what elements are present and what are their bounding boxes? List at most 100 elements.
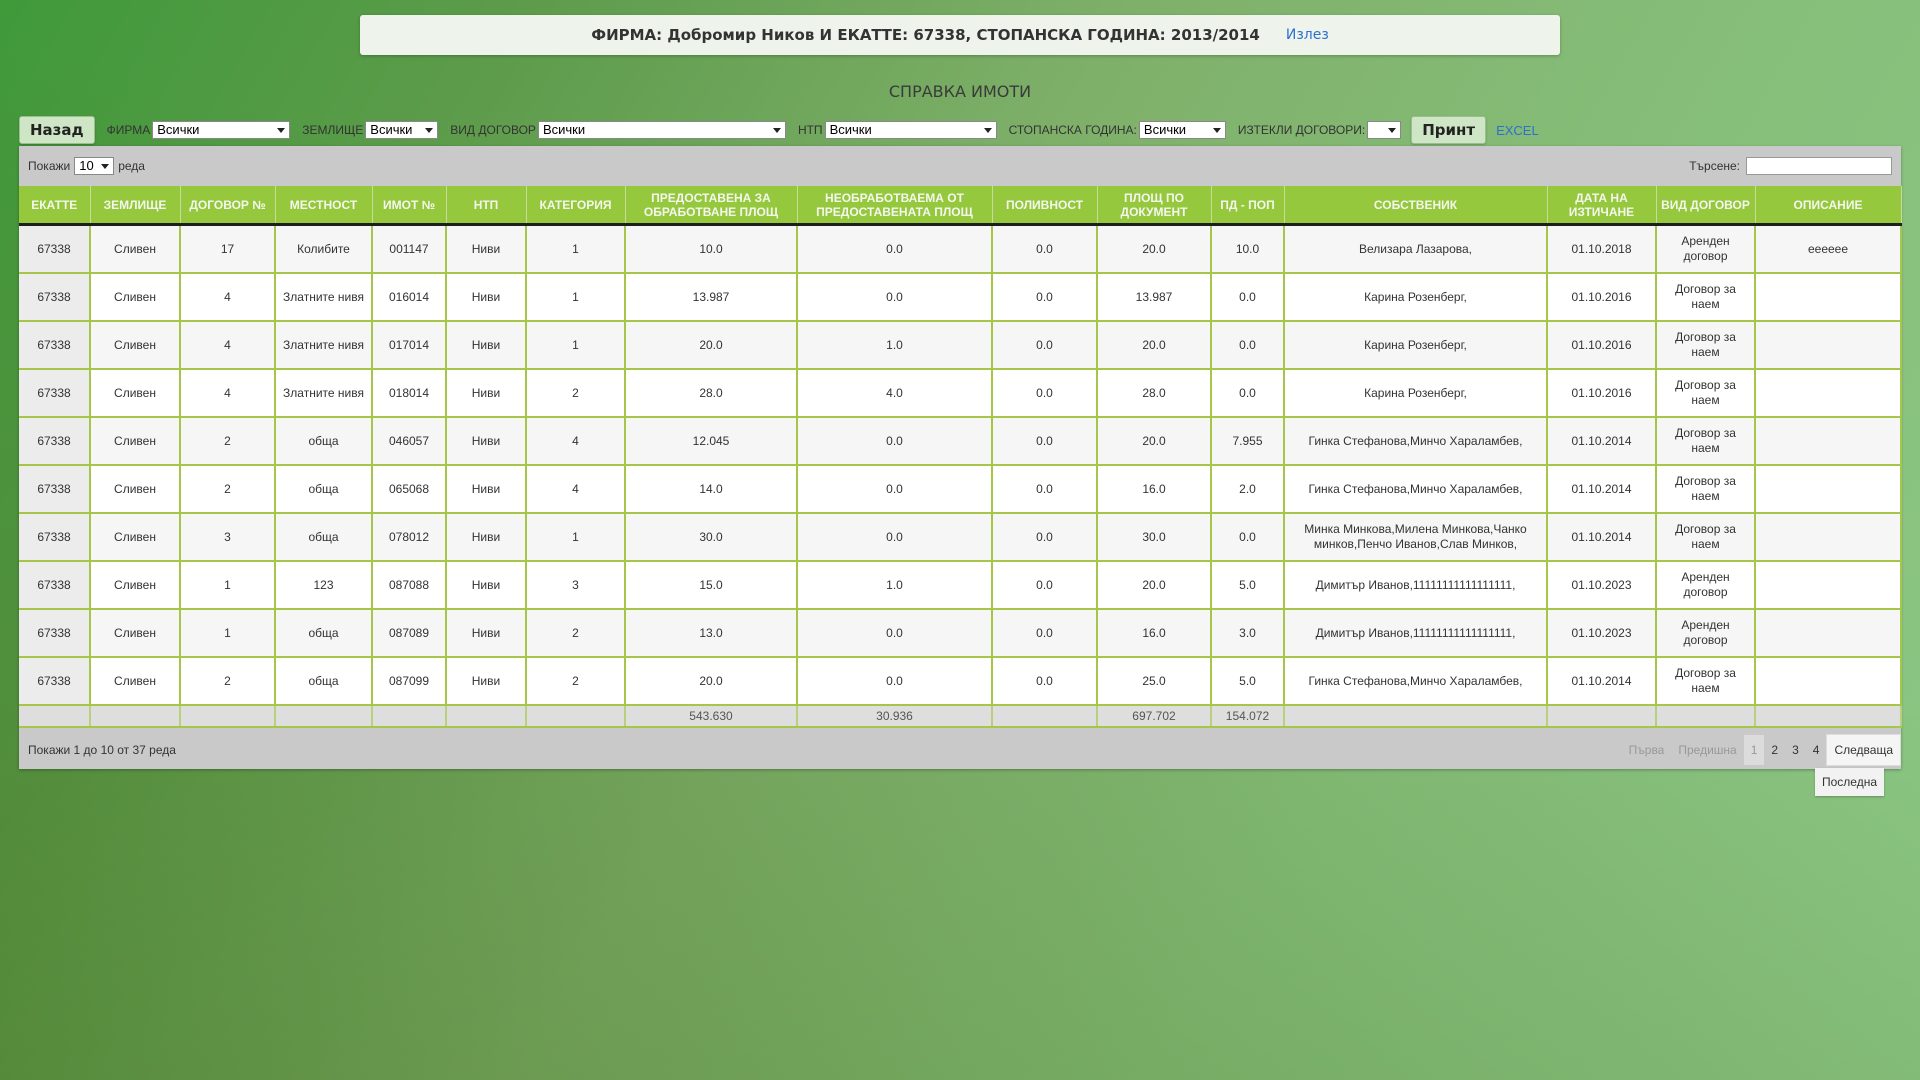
table-cell: Арендeн договор — [1656, 609, 1756, 658]
chevron-down-icon — [425, 128, 434, 133]
page-button-3[interactable]: 3 — [1785, 735, 1806, 765]
table-row[interactable]: 67338 Сливен 2 обща 087099 Ниви 2 20.0 0.0 0.0 25.… — [19, 657, 1902, 706]
page-size-value: 10 — [79, 158, 94, 173]
search-control: Търсене: — [1689, 157, 1892, 175]
table-cell: 4.0 — [797, 369, 993, 418]
table-cell: Сливен — [90, 273, 181, 322]
column-header[interactable]: ПЛОЩ ПО ДОКУМЕНТ — [1097, 186, 1212, 226]
total-cell — [90, 705, 181, 728]
column-header[interactable]: СОБСТВЕНИК — [1284, 186, 1548, 226]
column-header[interactable]: ДОГОВОР № — [180, 186, 276, 226]
table-cell — [1755, 417, 1902, 466]
column-header[interactable]: МЕСТНОСТ — [275, 186, 373, 226]
table-cell: 5.0 — [1211, 561, 1285, 610]
table-row[interactable]: 67338 Сливен 4 Златните нивя 016014 Ниви 1 13.9… — [19, 273, 1902, 322]
table-cell: 0.0 — [992, 224, 1098, 274]
expired-select[interactable] — [1367, 121, 1402, 139]
page-button-2[interactable]: 2 — [1764, 735, 1785, 765]
table-body: 67338 Сливен 17 Колибите 001147 Ниви 1 10.0 0.0 0… — [19, 224, 1902, 706]
table-cell: 087088 — [372, 561, 447, 610]
contract-type-select[interactable]: Всички — [537, 121, 786, 139]
page-size-select[interactable]: 10 — [74, 157, 115, 175]
table-cell: 16.0 — [1097, 609, 1212, 658]
table-cell: 20.0 — [1097, 224, 1212, 274]
print-button[interactable]: Принт — [1411, 116, 1487, 144]
logout-link[interactable]: Излез — [1286, 27, 1329, 43]
table-cell: обща — [275, 465, 373, 514]
table-cell: Ниви — [446, 657, 527, 706]
column-header[interactable]: КАТЕГОРИЯ — [526, 186, 626, 226]
column-header[interactable]: ПОЛИВНОСТ — [992, 186, 1098, 226]
table-row[interactable]: 67338 Сливен 1 123 087088 Ниви 3 15.0 1.0 0.0 20.0… — [19, 561, 1902, 610]
table-cell: 0.0 — [797, 273, 993, 322]
table-cell: Златните нивя — [275, 273, 373, 322]
column-header[interactable]: ЕКАТТЕ — [19, 186, 91, 226]
table-row[interactable]: 67338 Сливен 17 Колибите 001147 Ниви 1 10.0 0.0 0… — [19, 224, 1902, 274]
page-button-4[interactable]: 4 — [1806, 735, 1827, 765]
table-cell: обща — [275, 609, 373, 658]
land-select[interactable]: Всички — [365, 121, 439, 139]
table-cell: 20.0 — [1097, 417, 1212, 466]
table-cell: 67338 — [19, 513, 91, 562]
table-row[interactable]: 67338 Сливен 4 Златните нивя 017014 Ниви 1 20.0… — [19, 321, 1902, 370]
prev-page-button[interactable]: Предишна — [1671, 735, 1743, 765]
column-header[interactable]: ЗЕМЛИЩЕ — [90, 186, 181, 226]
back-button[interactable]: Назад — [19, 116, 95, 144]
table-cell: 4 — [526, 465, 626, 514]
ntp-select[interactable]: Всички — [824, 121, 997, 139]
table-cell: 078012 — [372, 513, 447, 562]
column-header[interactable]: НЕОБРАБОТВАЕМА ОТ ПРЕДОСТАВЕНАТА ПЛОЩ — [797, 186, 993, 226]
table-cell: 67338 — [19, 369, 91, 418]
header-bar: ФИРМА: Добромир Ников И ЕКАТТЕ: 67338, С… — [360, 15, 1560, 55]
table-row[interactable]: 67338 Сливен 1 обща 087089 Ниви 2 13.0 0.0 0.0 16.… — [19, 609, 1902, 658]
column-header[interactable]: ВИД ДОГОВОР — [1656, 186, 1756, 226]
column-header[interactable]: ДАТА НА ИЗТИЧАНЕ — [1547, 186, 1657, 226]
column-header[interactable]: ИМОТ № — [372, 186, 447, 226]
table-cell: 1 — [526, 513, 626, 562]
table-cell: 3.0 — [1211, 609, 1285, 658]
table-cell: 67338 — [19, 609, 91, 658]
table-cell: 0.0 — [992, 417, 1098, 466]
table-cell: 0.0 — [797, 224, 993, 274]
column-header[interactable]: ОПИСАНИЕ — [1755, 186, 1902, 226]
table-cell: 2 — [180, 657, 276, 706]
table-cell: 123 — [275, 561, 373, 610]
table-cell: 20.0 — [625, 321, 798, 370]
table-row[interactable]: 67338 Сливен 2 обща 065068 Ниви 4 14.0 0.0 0.0 16.… — [19, 465, 1902, 514]
show-suffix: реда — [118, 159, 145, 173]
pagination: Първа Предишна 1 2 3 4 Следваща — [1622, 733, 1901, 766]
column-header[interactable]: НТП — [446, 186, 527, 226]
table-row[interactable]: 67338 Сливен 4 Златните нивя 018014 Ниви 2 28.0… — [19, 369, 1902, 418]
data-panel: Покажи 10 реда Търсене: ЕКАТТЕ ЗЕМЛИЩЕ ДОГ… — [19, 146, 1902, 769]
table-cell: 12.045 — [625, 417, 798, 466]
table-cell: 13.987 — [625, 273, 798, 322]
table-cell: 0.0 — [797, 657, 993, 706]
table-cell: 4 — [180, 321, 276, 370]
column-header[interactable]: ПД - ПОП — [1211, 186, 1285, 226]
excel-link[interactable]: EXCEL — [1496, 123, 1539, 138]
table-cell: обща — [275, 657, 373, 706]
table-cell: 4 — [180, 273, 276, 322]
table-cell: 0.0 — [992, 321, 1098, 370]
table-cell: 01.10.2014 — [1547, 657, 1657, 706]
table-cell — [1755, 561, 1902, 610]
search-input[interactable] — [1746, 157, 1892, 175]
next-page-button[interactable]: Следваща — [1826, 733, 1901, 766]
table-row[interactable]: 67338 Сливен 2 обща 046057 Ниви 4 12.045 0.0 0.0 2… — [19, 417, 1902, 466]
page-button-1[interactable]: 1 — [1743, 734, 1765, 765]
last-page-button[interactable]: Последна — [1815, 768, 1885, 796]
table-row[interactable]: 67338 Сливен 3 обща 078012 Ниви 1 30.0 0.0 0.0 30.… — [19, 513, 1902, 562]
column-header[interactable]: ПРЕДОСТАВЕНА ЗА ОБРАБОТВАНЕ ПЛОЩ — [625, 186, 798, 226]
year-select[interactable]: Всички — [1138, 121, 1226, 139]
table-cell: 0.0 — [992, 513, 1098, 562]
table-cell: 0.0 — [1211, 321, 1285, 370]
table-cell: Сливен — [90, 513, 181, 562]
first-page-button[interactable]: Първа — [1622, 735, 1672, 765]
table-cell: 13.0 — [625, 609, 798, 658]
table-cell: Договор за наем — [1656, 513, 1756, 562]
table-cell: Гинка Стефанова,Минчо Хараламбев, — [1284, 657, 1548, 706]
chevron-down-icon — [1212, 128, 1221, 133]
total-cell: 697.702 — [1097, 705, 1212, 728]
firm-select[interactable]: Всички — [152, 121, 291, 139]
table-cell: 1.0 — [797, 321, 993, 370]
